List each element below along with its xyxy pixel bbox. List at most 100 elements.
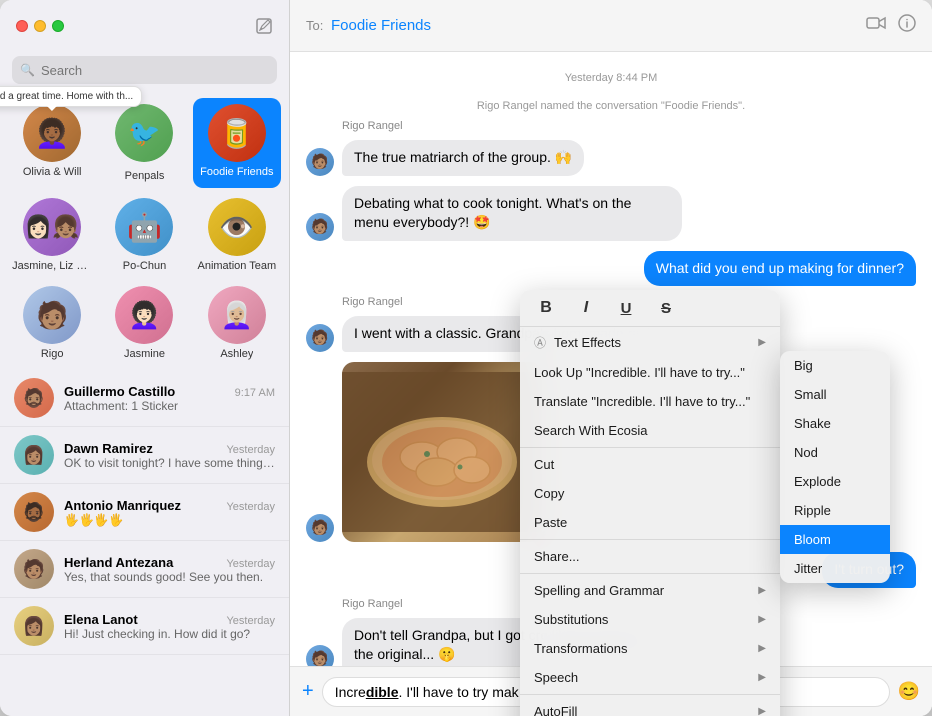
- pinned-rigo[interactable]: 🧑🏽 Rigo: [8, 280, 96, 366]
- submenu-shake[interactable]: Shake: [780, 409, 890, 438]
- pinned-animation-team[interactable]: 👁️ Animation Team: [193, 192, 281, 278]
- look-up-item[interactable]: Look Up "Incredible. I'll have to try...…: [520, 358, 780, 387]
- search-ecosia-label: Search With Ecosia: [534, 423, 647, 438]
- chevron-right-icon: ▶: [758, 614, 766, 625]
- divider-3: [520, 573, 780, 574]
- avatar-jasmine-liz: 👩🏻👧🏽: [23, 198, 81, 256]
- search-ecosia-item[interactable]: Search With Ecosia: [520, 416, 780, 445]
- search-input[interactable]: [41, 63, 269, 78]
- pinned-olivia-will[interactable]: We had a great time. Home with th... 👩🏾‍…: [8, 98, 96, 188]
- message-row-3: What did you end up making for dinner?: [306, 251, 916, 287]
- compose-icon[interactable]: [255, 17, 273, 35]
- titlebar: [0, 0, 289, 52]
- speech-item[interactable]: Speech ▶: [520, 663, 780, 692]
- message-time: 9:17 AM: [235, 387, 275, 399]
- search-bar[interactable]: 🔍: [12, 56, 277, 84]
- contact-name-rigo: Rigo: [41, 348, 64, 360]
- sender-name: Rigo Rangel: [342, 120, 916, 132]
- spelling-grammar-label: Spelling and Grammar: [534, 583, 664, 598]
- divider-1: [520, 447, 780, 448]
- cut-item[interactable]: Cut: [520, 450, 780, 479]
- pinned-penpals[interactable]: 🐦 Penpals: [100, 98, 188, 188]
- chevron-right-icon: ▶: [758, 706, 766, 716]
- close-button[interactable]: [16, 20, 28, 32]
- text-effects-label: Ⓐ Text Effects: [534, 334, 621, 351]
- message-preview: Attachment: 1 Sticker: [64, 399, 275, 413]
- spelling-grammar-item[interactable]: Spelling and Grammar ▶: [520, 576, 780, 605]
- bubble-avatar-rigo5: 🧑🏽: [306, 645, 334, 666]
- message-bubble: Debating what to cook tonight. What's on…: [342, 186, 682, 241]
- submenu-small[interactable]: Small: [780, 380, 890, 409]
- cut-label: Cut: [534, 457, 554, 472]
- avatar-animation-team: 👁️: [208, 198, 266, 256]
- italic-button[interactable]: I: [572, 296, 600, 320]
- text-effects-icon: Ⓐ: [534, 334, 546, 351]
- translate-item[interactable]: Translate "Incredible. I'll have to try.…: [520, 387, 780, 416]
- avatar-elena: 👩🏽: [14, 606, 54, 646]
- minimize-button[interactable]: [34, 20, 46, 32]
- submenu-bloom[interactable]: Bloom: [780, 525, 890, 554]
- contact-name-olivia-will: Olivia & Will: [23, 166, 82, 178]
- avatar-jasmine: 👩🏻‍🦱: [115, 286, 173, 344]
- message-row-dawn[interactable]: 👩🏽 Dawn Ramirez Yesterday OK to visit to…: [0, 427, 289, 484]
- message-content-dawn: Dawn Ramirez Yesterday OK to visit tonig…: [64, 441, 275, 470]
- system-message: Rigo Rangel named the conversation "Food…: [306, 100, 916, 112]
- pinned-po-chun[interactable]: 🤖 Po-Chun: [100, 192, 188, 278]
- message-row-antonio[interactable]: 🧔🏾 Antonio Manriquez Yesterday 🖐🖐🖐🖐: [0, 484, 289, 541]
- avatar-olivia-will: 👩🏾‍🦱: [23, 104, 81, 162]
- bold-button[interactable]: B: [532, 296, 560, 320]
- submenu-nod[interactable]: Nod: [780, 438, 890, 467]
- share-item[interactable]: Share...: [520, 542, 780, 571]
- pinned-foodie-friends[interactable]: 🥫 Foodie Friends: [193, 98, 281, 188]
- message-preview: Yes, that sounds good! See you then.: [64, 570, 275, 584]
- paste-label: Paste: [534, 515, 567, 530]
- submenu-big[interactable]: Big: [780, 351, 890, 380]
- autofill-item[interactable]: AutoFill ▶: [520, 697, 780, 716]
- transformations-item[interactable]: Transformations ▶: [520, 634, 780, 663]
- header-icons: [866, 14, 916, 37]
- emoji-button[interactable]: 😊: [898, 681, 920, 702]
- strikethrough-button[interactable]: S: [652, 296, 680, 320]
- contact-name: Antonio Manriquez: [64, 498, 181, 513]
- image-bubble: [342, 362, 542, 542]
- pinned-jasmine-liz[interactable]: 👩🏻👧🏽 Jasmine, Liz &...: [8, 192, 96, 278]
- submenu-explode[interactable]: Explode: [780, 467, 890, 496]
- pinned-contacts: We had a great time. Home with th... 👩🏾‍…: [0, 92, 289, 278]
- message-row-herland[interactable]: 🧑🏽 Herland Antezana Yesterday Yes, that …: [0, 541, 289, 598]
- app-window: 🔍 We had a great time. Home with th... 👩…: [0, 0, 932, 716]
- add-attachment-button[interactable]: +: [302, 680, 314, 703]
- avatar-dawn: 👩🏽: [14, 435, 54, 475]
- contact-name-animation-team: Animation Team: [197, 260, 276, 272]
- info-icon[interactable]: [898, 14, 916, 37]
- translate-label: Translate "Incredible. I'll have to try.…: [534, 394, 750, 409]
- input-text-bold: dible: [366, 684, 399, 700]
- submenu-ripple[interactable]: Ripple: [780, 496, 890, 525]
- message-row-elena[interactable]: 👩🏽 Elena Lanot Yesterday Hi! Just checki…: [0, 598, 289, 655]
- video-call-icon[interactable]: [866, 16, 886, 35]
- contact-name: Dawn Ramirez: [64, 441, 153, 456]
- food-image: [342, 362, 542, 542]
- search-icon: 🔍: [20, 63, 35, 77]
- message-row-guillermo[interactable]: 🧔🏽 Guillermo Castillo 9:17 AM Attachment…: [0, 370, 289, 427]
- paste-item[interactable]: Paste: [520, 508, 780, 537]
- pinned-ashley[interactable]: 👩🏼‍🦳 Ashley: [193, 280, 281, 366]
- text-effects-item[interactable]: Ⓐ Text Effects ▶ Big Small Shake Nod Exp…: [520, 327, 780, 358]
- maximize-button[interactable]: [52, 20, 64, 32]
- message-content-antonio: Antonio Manriquez Yesterday 🖐🖐🖐🖐: [64, 498, 275, 527]
- message-preview: OK to visit tonight? I have some things …: [64, 456, 275, 470]
- avatar-antonio: 🧔🏾: [14, 492, 54, 532]
- message-content-elena: Elena Lanot Yesterday Hi! Just checking …: [64, 612, 275, 641]
- substitutions-item[interactable]: Substitutions ▶: [520, 605, 780, 634]
- pinned-jasmine[interactable]: 👩🏻‍🦱 Jasmine: [100, 280, 188, 366]
- submenu-jitter[interactable]: Jitter: [780, 554, 890, 583]
- look-up-label: Look Up "Incredible. I'll have to try...…: [534, 365, 745, 380]
- copy-item[interactable]: Copy: [520, 479, 780, 508]
- substitutions-label: Substitutions: [534, 612, 608, 627]
- message-row-2: 🧑🏽 Debating what to cook tonight. What's…: [306, 186, 916, 241]
- format-bar: B I U S: [520, 290, 780, 327]
- speech-label: Speech: [534, 670, 578, 685]
- text-effects-text: Text Effects: [554, 335, 621, 350]
- underline-button[interactable]: U: [612, 296, 640, 320]
- text-effects-submenu: Big Small Shake Nod Explode Ripple Bloom…: [780, 351, 890, 583]
- divider-4: [520, 694, 780, 695]
